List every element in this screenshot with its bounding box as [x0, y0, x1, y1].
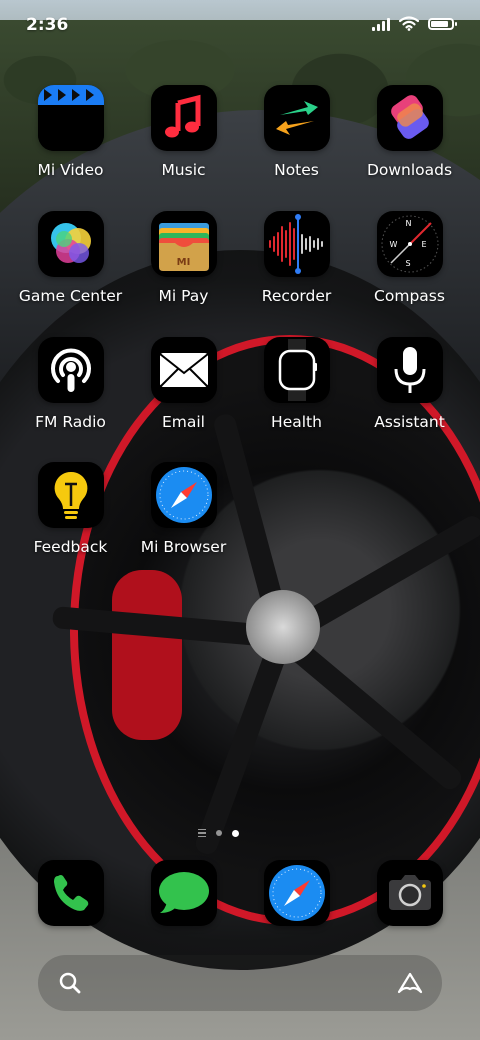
compass-icon: N E S W: [376, 211, 443, 277]
app-label: Email: [161, 413, 205, 431]
podcast-icon: [37, 337, 104, 403]
wifi-icon: [399, 16, 419, 31]
page-list-icon: [198, 829, 206, 837]
waveform-icon: [263, 211, 330, 277]
signal-icon: [372, 17, 390, 31]
app-label: Mi Pay: [158, 287, 209, 305]
video-clapper-icon: [37, 85, 104, 151]
wallpaper-caliper: [112, 570, 182, 740]
app-feedback[interactable]: Feedback: [14, 462, 127, 556]
app-notes[interactable]: Notes: [240, 85, 353, 179]
dock-phone[interactable]: [14, 860, 127, 926]
wallet-brand: MI: [176, 257, 191, 268]
app-label: Compass: [374, 287, 445, 305]
compass-letter-w: W: [389, 240, 398, 249]
assistant-logo-icon[interactable]: [396, 971, 424, 995]
compass-letter-n: N: [405, 219, 412, 228]
app-label: Mi Browser: [140, 538, 227, 556]
notes-arrows-icon: [263, 85, 330, 151]
page-dot-active: [232, 829, 239, 837]
envelope-icon: [150, 337, 217, 403]
game-center-icon: [37, 211, 104, 277]
app-label: Music: [161, 161, 206, 179]
lightbulb-icon: [37, 462, 104, 528]
page-dot: [216, 830, 222, 836]
app-label: FM Radio: [35, 413, 106, 431]
app-recorder[interactable]: Recorder: [240, 211, 353, 305]
app-label: Game Center: [18, 287, 123, 305]
safari-compass-icon: [263, 860, 330, 926]
app-mi-video[interactable]: Mi Video: [14, 85, 127, 179]
app-label: Mi Video: [37, 161, 104, 179]
compass-letter-s: S: [405, 259, 411, 268]
app-email[interactable]: Email: [127, 337, 240, 431]
app-label: Feedback: [33, 538, 108, 556]
microphone-icon: [376, 337, 443, 403]
app-mi-browser[interactable]: Mi Browser: [127, 462, 240, 556]
app-label: Notes: [274, 161, 319, 179]
status-bar: 2:36: [0, 0, 480, 52]
app-label: Recorder: [261, 287, 332, 305]
app-label: Assistant: [374, 413, 445, 431]
camera-icon: [376, 860, 443, 926]
message-bubble-icon: [150, 860, 217, 926]
dock-camera[interactable]: [353, 860, 466, 926]
music-note-icon: [150, 85, 217, 151]
dock-messages[interactable]: [127, 860, 240, 926]
app-assistant[interactable]: Assistant: [353, 337, 466, 431]
battery-icon: [428, 17, 457, 30]
shortcuts-icon: [376, 85, 443, 151]
app-compass[interactable]: N E S W Compass: [353, 211, 466, 305]
app-fm-radio[interactable]: FM Radio: [14, 337, 127, 431]
battery-level: [431, 20, 448, 27]
watch-icon: [263, 337, 330, 403]
app-label: Downloads: [366, 161, 453, 179]
safari-compass-icon: [150, 462, 217, 528]
compass-letter-e: E: [421, 240, 427, 249]
status-time: 2:36: [26, 15, 69, 35]
app-health[interactable]: Health: [240, 337, 353, 431]
wallet-icon: MI: [150, 211, 217, 277]
app-mi-pay[interactable]: MI Mi Pay: [127, 211, 240, 305]
wallpaper-wheel-hub: [246, 590, 320, 664]
search-bar[interactable]: [38, 955, 442, 1011]
app-label: Health: [271, 413, 322, 431]
app-game-center[interactable]: Game Center: [14, 211, 127, 305]
search-icon[interactable]: [58, 971, 82, 995]
dock-browser[interactable]: [240, 860, 353, 926]
app-music[interactable]: Music: [127, 85, 240, 179]
status-icons: [372, 16, 457, 31]
app-downloads[interactable]: Downloads: [353, 85, 466, 179]
phone-icon: [37, 860, 104, 926]
page-indicator[interactable]: [198, 829, 239, 837]
